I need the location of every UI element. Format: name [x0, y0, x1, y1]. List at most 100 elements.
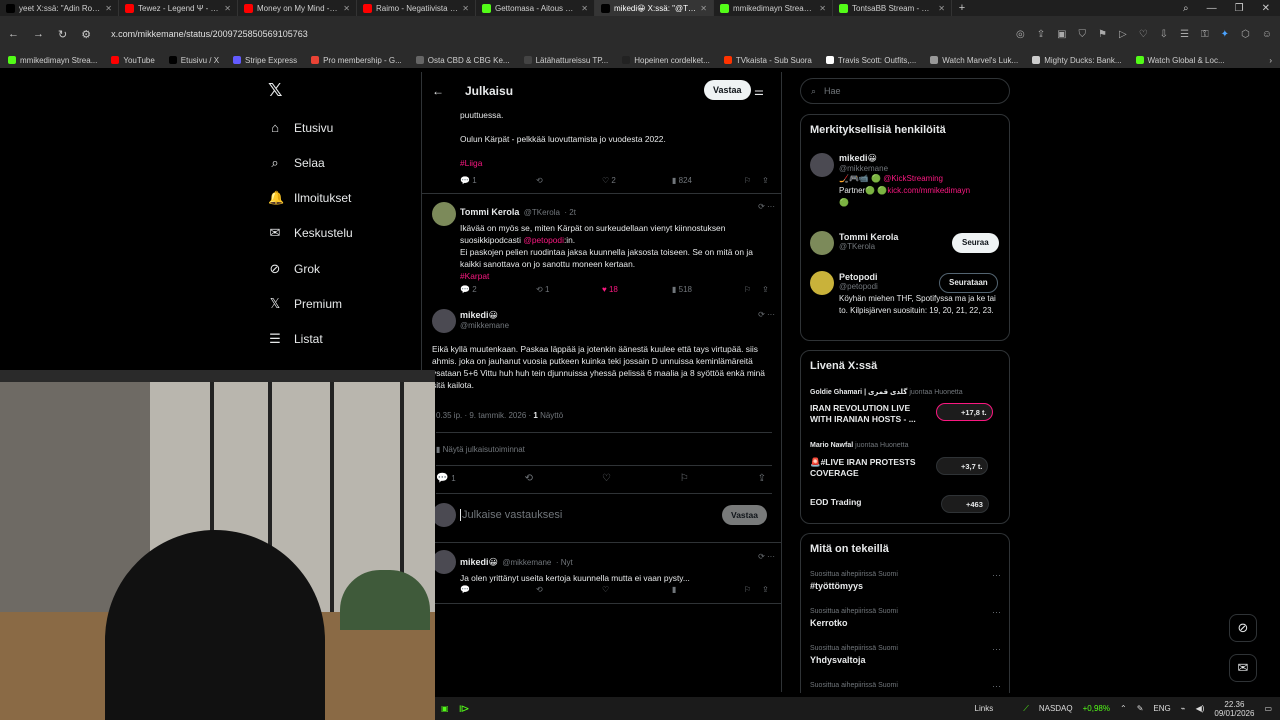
repost-action[interactable]: ⟲: [536, 585, 602, 594]
reply-action[interactable]: 💬 1: [436, 473, 456, 484]
post-time[interactable]: · Nyt: [556, 558, 573, 567]
forward-icon[interactable]: →: [33, 28, 44, 40]
profile-icon[interactable]: ☺: [1262, 29, 1272, 40]
links-label[interactable]: Links: [975, 704, 994, 713]
trend-name[interactable]: Yhdysvaltoja: [810, 655, 866, 665]
avatar[interactable]: [810, 231, 834, 255]
nav-item-etusivu[interactable]: ⌂ Etusivu: [268, 120, 333, 135]
avatar[interactable]: [432, 202, 456, 226]
nav-item-grok[interactable]: ⊘ Grok: [268, 261, 320, 277]
repost-action[interactable]: ⟲: [525, 473, 533, 484]
avatar[interactable]: [432, 309, 456, 333]
post-activity-link[interactable]: ▮ Näytä julkaisutoiminnat: [436, 445, 525, 454]
nav-item-listat[interactable]: ☰ Listat: [268, 331, 323, 347]
trend-more-icon[interactable]: ···: [992, 570, 1001, 580]
close-tab-icon[interactable]: ✕: [462, 4, 469, 13]
network-icon[interactable]: ⌁: [1181, 704, 1186, 713]
messages-floating-icon[interactable]: ✉: [1229, 654, 1257, 682]
hashtag-link[interactable]: #Liiga: [460, 157, 775, 169]
post-time[interactable]: · 2t: [564, 208, 576, 217]
maximize-icon[interactable]: ❐: [1235, 3, 1244, 14]
bookmark-item[interactable]: Etusivu / X: [168, 56, 219, 65]
back-arrow-icon[interactable]: ←: [432, 84, 444, 98]
bookmark-item[interactable]: YouTube: [111, 56, 155, 65]
avatar[interactable]: [810, 153, 834, 177]
search-input[interactable]: ⌕ Hae: [800, 78, 1010, 104]
bookmark-item[interactable]: Watch Marvel's Luk...: [930, 56, 1018, 65]
close-tab-icon[interactable]: ✕: [224, 4, 231, 13]
bookmark-item[interactable]: Watch Global & Loc...: [1135, 56, 1225, 65]
back-icon[interactable]: ←: [8, 28, 19, 40]
person-name[interactable]: Tommi Kerola: [839, 232, 898, 242]
filter-icon[interactable]: ⚌: [754, 85, 764, 98]
following-button[interactable]: Seurataan: [939, 273, 998, 293]
more-icon[interactable]: ⟳ ···: [758, 552, 775, 561]
author-name[interactable]: Tommi Kerola: [460, 207, 519, 217]
listener-count-pill[interactable]: +17,8 t.: [936, 403, 993, 421]
nav-item-ilmoitukset[interactable]: 🔔 Ilmoitukset: [268, 190, 351, 206]
translate-icon[interactable]: ⚑: [1098, 29, 1107, 40]
repost-action[interactable]: ⟲: [536, 176, 602, 185]
bookmark-item[interactable]: Osta CBD & CBG Ke...: [415, 56, 510, 65]
extension-icon[interactable]: ✦: [1221, 29, 1229, 40]
bookmark-item[interactable]: Lätähattureissu TP...: [523, 56, 608, 65]
avatar[interactable]: [810, 271, 834, 295]
nav-item-premium[interactable]: 𝕏 Premium: [268, 296, 342, 312]
nav-item-selaa[interactable]: ⌕ Selaa: [268, 155, 324, 171]
x-logo-icon[interactable]: 𝕏: [268, 80, 283, 101]
share-post-icon[interactable]: ⇪: [762, 285, 769, 294]
download-icon[interactable]: ⇩: [1160, 29, 1168, 40]
pen-icon[interactable]: ✎: [1137, 704, 1144, 713]
close-tab-icon[interactable]: ✕: [819, 4, 826, 13]
avatar[interactable]: [432, 550, 456, 574]
live-title[interactable]: IRAN REVOLUTION LIVE WITH IRANIAN HOSTS …: [810, 403, 930, 425]
browser-tab[interactable]: Raimo - Negatiivista pala ✕: [357, 0, 476, 16]
person-handle[interactable]: @TKerola: [839, 242, 898, 251]
kick-app-icon[interactable]: ▣: [441, 704, 449, 713]
reply-action[interactable]: 💬 1: [460, 176, 536, 185]
person-name[interactable]: mikedi😀: [839, 153, 1004, 164]
reload-icon[interactable]: ↻: [58, 28, 67, 41]
hashtag-link[interactable]: #Karpat: [460, 271, 489, 281]
author-name[interactable]: mikedi😀: [460, 310, 775, 321]
bookmark-item[interactable]: Hopeinen cordelket...: [622, 56, 710, 65]
browser-tab[interactable]: mikedi😀 X:ssä: "@TKerol ✕: [595, 0, 714, 16]
close-tab-icon[interactable]: ✕: [343, 4, 350, 13]
browser-tab[interactable]: yeet X:ssä: "Adin Ross exp ✕: [0, 0, 119, 16]
listener-count-pill[interactable]: +463: [941, 495, 989, 513]
bookmark-icon[interactable]: ⚐: [744, 176, 762, 185]
grok-floating-icon[interactable]: ⊘: [1229, 614, 1257, 642]
volume-icon[interactable]: ◀): [1196, 704, 1205, 713]
nav-item-keskustelu[interactable]: ✉ Keskustelu: [268, 225, 353, 241]
clock[interactable]: 22.36 09/01/2026: [1214, 700, 1254, 718]
browser-tab[interactable]: Tewez - Legend Ψ - YouTu ✕: [119, 0, 238, 16]
trend-name[interactable]: #työttömyys: [810, 581, 863, 591]
more-icon[interactable]: ⟳ ···: [758, 310, 775, 319]
bookmark-icon[interactable]: ⚐: [680, 473, 689, 484]
share-post-icon[interactable]: ⇪: [762, 585, 769, 594]
trend-more-icon[interactable]: ···: [992, 644, 1001, 654]
more-icon[interactable]: ⟳ ···: [758, 202, 775, 211]
author-name[interactable]: mikedi😀: [460, 557, 498, 567]
bookmark-item[interactable]: TVkaista - Sub Suora: [723, 56, 812, 65]
browser-tab[interactable]: Money on My Mind - You ✕: [238, 0, 357, 16]
author-handle[interactable]: @mikkemane: [460, 321, 775, 330]
url-input[interactable]: x.com/mikkemane/status/20097258505691057…: [111, 29, 1002, 39]
live-host[interactable]: Goldie Ghamari | گلدی قمری juontaa Huone…: [810, 388, 963, 396]
bookmark-item[interactable]: mmikedimayn Strea...: [8, 56, 97, 65]
ticker-name[interactable]: NASDAQ: [1039, 704, 1073, 713]
menu-icon[interactable]: ☰: [1180, 29, 1189, 40]
listener-count-pill[interactable]: +3,7 t.: [936, 457, 989, 475]
person-handle[interactable]: @mikkemane: [839, 164, 1004, 173]
share-post-icon[interactable]: ⇪: [758, 473, 766, 484]
like-action[interactable]: ♡: [602, 585, 672, 594]
bookmark-item[interactable]: Pro membership - G...: [311, 56, 402, 65]
lock-icon[interactable]: ⚿: [1201, 29, 1209, 40]
follow-button[interactable]: Seuraa: [952, 233, 999, 253]
close-window-icon[interactable]: ✕: [1262, 3, 1270, 14]
browser-tab[interactable]: TontsaBB Stream - Wat ✕: [833, 0, 952, 16]
trend-more-icon[interactable]: ···: [992, 681, 1001, 691]
media-app-icon[interactable]: ⧐: [459, 702, 470, 715]
browser-tab[interactable]: Gettomasa - Aitous ei oo ✕: [476, 0, 595, 16]
views-action[interactable]: ▮ 518: [672, 285, 744, 294]
